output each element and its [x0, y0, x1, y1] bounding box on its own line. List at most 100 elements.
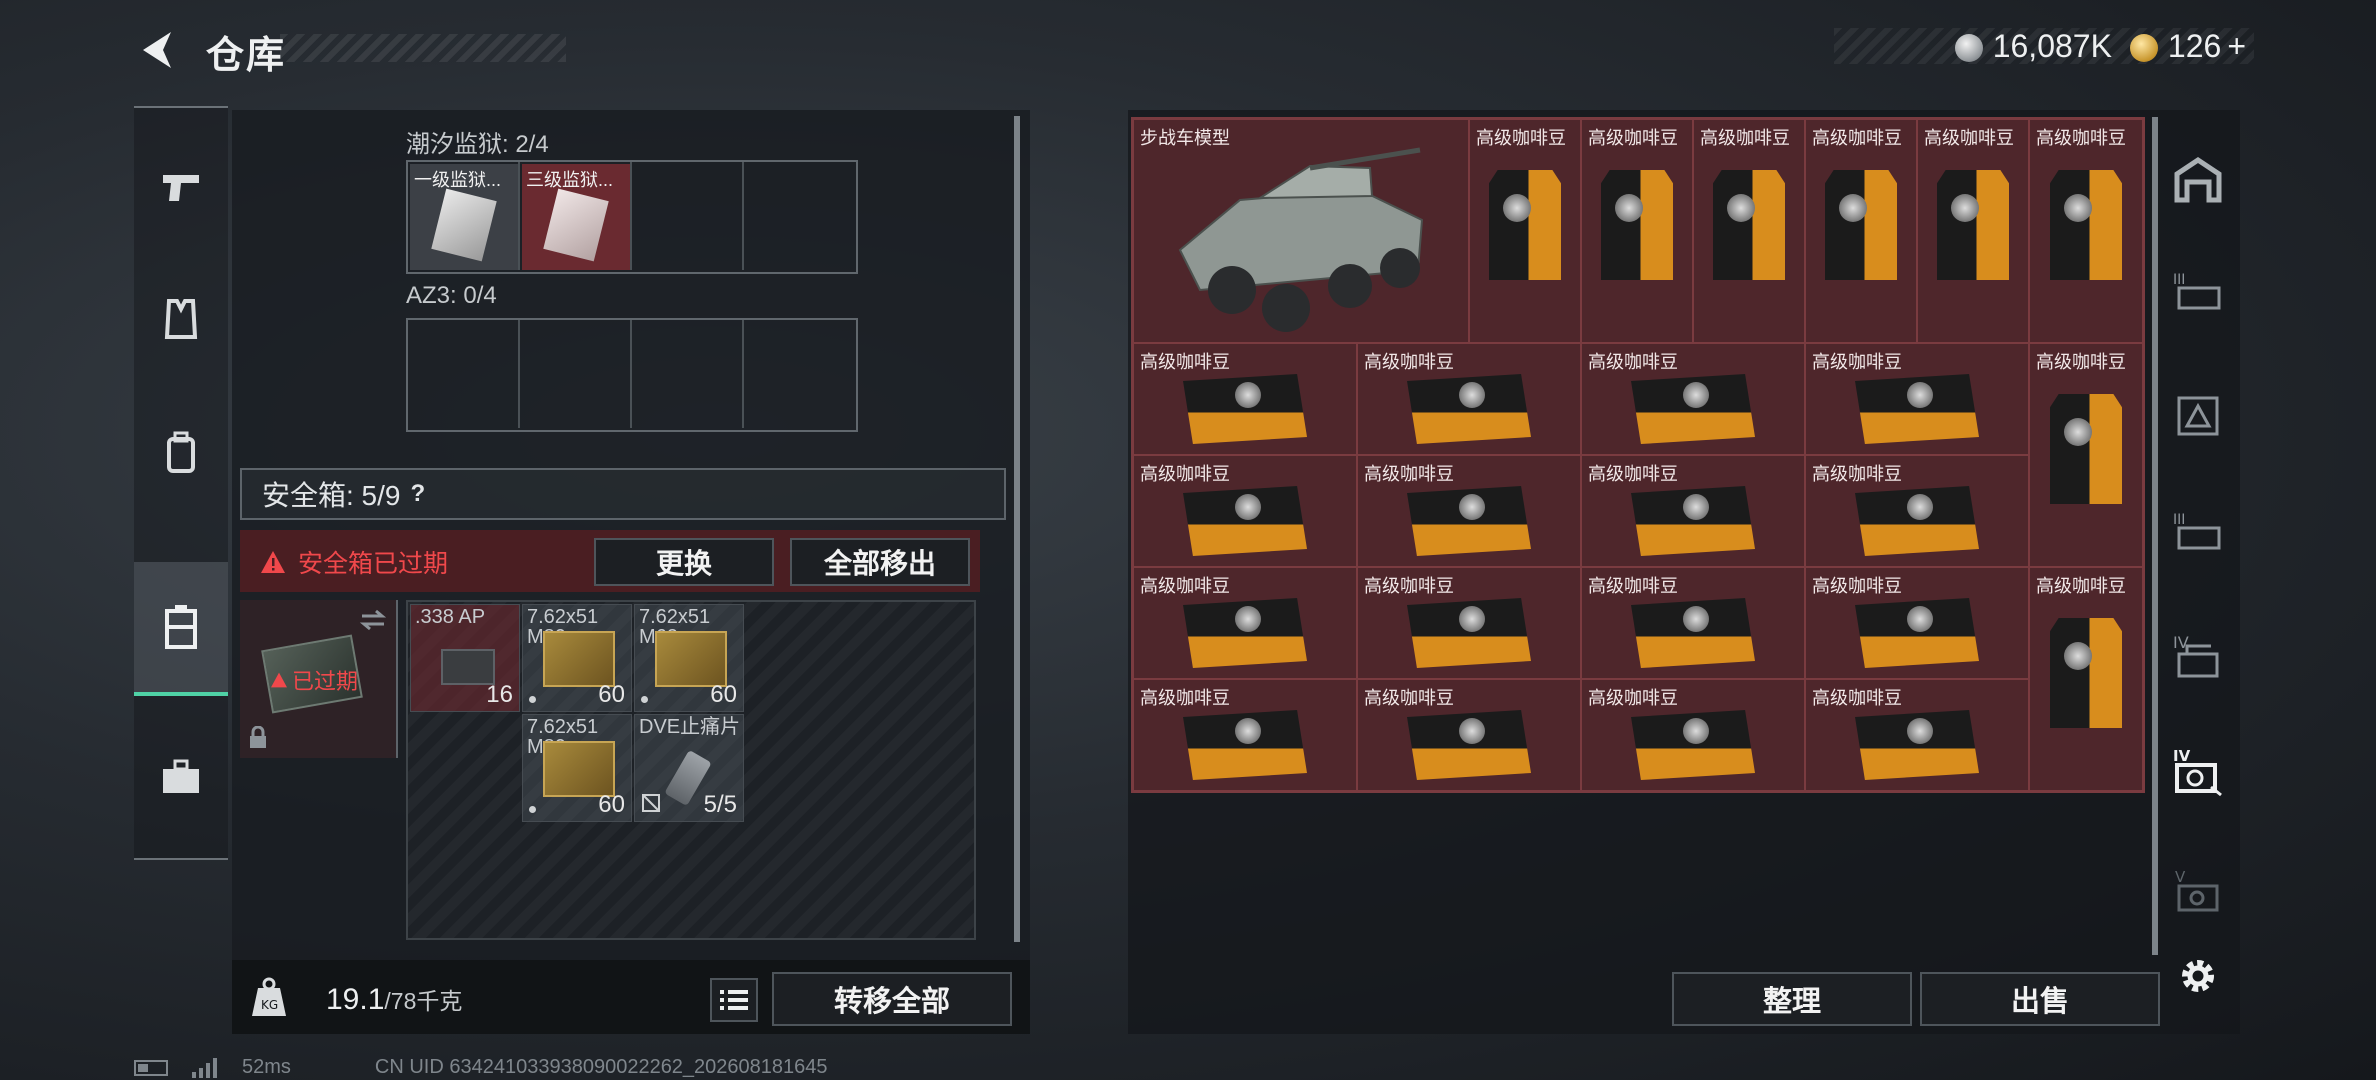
warehouse-item-coffee[interactable]: 高级咖啡豆: [1581, 679, 1805, 791]
warehouse-item-coffee[interactable]: 高级咖啡豆: [1133, 455, 1357, 567]
gear-icon: [2182, 960, 2214, 992]
ifv-vehicle-icon: [1178, 147, 1424, 332]
category-armor[interactable]: [134, 264, 228, 374]
loadout-scrollbar[interactable]: [1014, 116, 1020, 942]
slot[interactable]: [632, 162, 744, 270]
warehouse-item-vehicle[interactable]: 步战车模型: [1133, 119, 1469, 343]
storage-tab-icon: III: [2173, 272, 2221, 310]
category-safebox[interactable]: [134, 562, 228, 696]
warehouse-scrollbar[interactable]: [2152, 117, 2158, 955]
warehouse-item-coffee[interactable]: 高级咖啡豆: [1357, 567, 1581, 679]
swap-icon[interactable]: [358, 608, 388, 632]
transfer-all-button[interactable]: 转移全部: [772, 972, 1012, 1026]
back-button[interactable]: [132, 22, 182, 78]
category-weapons[interactable]: [134, 132, 228, 242]
warehouse-grid: 步战车模型 高级咖啡豆 高级咖啡豆 高级咖啡豆 高级咖啡豆 高级咖啡豆 高级咖啡…: [1131, 117, 2145, 793]
warehouse-item-coffee[interactable]: 高级咖啡豆: [1357, 679, 1581, 791]
move-all-button[interactable]: 全部移出: [790, 538, 970, 586]
warehouse-item-coffee[interactable]: 高级咖啡豆: [1357, 455, 1581, 567]
ammo-slot[interactable]: .338 AP 16: [410, 604, 520, 712]
category-backpack[interactable]: [134, 398, 228, 508]
warehouse-item-coffee[interactable]: 高级咖啡豆: [2029, 567, 2143, 791]
slot[interactable]: 三级监狱...: [520, 162, 632, 270]
slot[interactable]: [744, 320, 856, 428]
ammo-box-icon: [655, 631, 727, 687]
warehouse-tab-5-active[interactable]: IV: [2168, 742, 2228, 802]
warehouse-tab-main[interactable]: [2168, 150, 2228, 210]
coffee-bag-icon: [1855, 486, 1979, 556]
warehouse-item-coffee[interactable]: 高级咖啡豆: [1469, 119, 1581, 343]
warehouse-item-coffee[interactable]: 高级咖啡豆: [1805, 679, 2029, 791]
warehouse-item-coffee[interactable]: 高级咖啡豆: [1581, 119, 1693, 343]
help-icon[interactable]: ?: [410, 480, 425, 508]
ammo-box-icon: [441, 649, 495, 685]
sell-button[interactable]: 出售: [1920, 972, 2160, 1026]
warehouse-item-coffee[interactable]: 高级咖啡豆: [1581, 343, 1805, 455]
title-decoration: [280, 34, 566, 62]
warehouse-item-coffee[interactable]: 高级咖啡豆: [1581, 455, 1805, 567]
gold-currency[interactable]: 126 +: [2129, 28, 2246, 65]
item-card[interactable]: 一级监狱...: [410, 164, 518, 270]
ammo-slot[interactable]: 7.62x51 M80 60: [522, 714, 632, 822]
warehouse-item-coffee[interactable]: 高级咖啡豆: [1805, 567, 2029, 679]
item-card[interactable]: 三级监狱...: [522, 164, 630, 270]
warehouse-item-coffee[interactable]: 高级咖啡豆: [1917, 119, 2029, 343]
slot[interactable]: 一级监狱...: [408, 162, 520, 270]
safebox-label: 安全箱: 5/9: [262, 480, 401, 511]
ammo-slot[interactable]: DVE止痛片 5/5: [634, 714, 744, 822]
slot[interactable]: [520, 320, 632, 428]
warning-icon: [261, 551, 285, 573]
warehouse-item-coffee[interactable]: 高级咖啡豆: [1133, 679, 1357, 791]
coffee-bag-icon: [1631, 598, 1755, 668]
coffee-bag-icon: [1183, 710, 1307, 780]
safebox-item[interactable]: 已过期: [240, 600, 398, 758]
coffee-bag-icon: [2050, 170, 2122, 280]
warehouse-tab-1[interactable]: III: [2168, 262, 2228, 322]
slot[interactable]: [408, 320, 520, 428]
sort-button[interactable]: 整理: [1672, 972, 1912, 1026]
safebox-icon: [165, 605, 197, 649]
keycard-icon: [543, 188, 609, 262]
weight-readout: 19.1/78千克: [326, 983, 463, 1016]
slot[interactable]: [744, 162, 856, 270]
status-dot: [529, 696, 536, 703]
vest-icon: [164, 299, 198, 339]
warehouse-tab-2[interactable]: [2168, 386, 2228, 446]
coffee-bag-icon: [1489, 170, 1561, 280]
ammo-slot[interactable]: 7.62x51 M80 60: [522, 604, 632, 712]
svg-text:III: III: [2173, 272, 2185, 288]
ammo-slot[interactable]: 7.62x51 M62 60: [634, 604, 744, 712]
warehouse-tab-4[interactable]: IV: [2168, 626, 2228, 686]
coffee-bag-icon: [1183, 374, 1307, 444]
warehouse-item-coffee[interactable]: 高级咖啡豆: [1133, 343, 1357, 455]
svg-text:KG: KG: [261, 998, 278, 1012]
warehouse-tab-3[interactable]: III: [2168, 502, 2228, 562]
toolbox-icon: [163, 759, 199, 793]
warehouse-item-coffee[interactable]: 高级咖啡豆: [1805, 343, 2029, 455]
warehouse-item-coffee[interactable]: 高级咖啡豆: [1133, 567, 1357, 679]
group-label: 潮汐监狱: 2/4: [406, 131, 549, 158]
coffee-bag-icon: [1631, 486, 1755, 556]
warehouse-tab-6[interactable]: V: [2168, 862, 2228, 922]
list-view-button[interactable]: [710, 978, 758, 1022]
category-toolbox[interactable]: [134, 722, 228, 832]
warehouse-item-coffee[interactable]: 高级咖啡豆: [2029, 119, 2143, 343]
warehouse-item-coffee[interactable]: 高级咖啡豆: [1805, 119, 1917, 343]
warehouse-item-coffee[interactable]: 高级咖啡豆: [1581, 567, 1805, 679]
coffee-bag-icon: [1937, 170, 2009, 280]
coffee-bag-icon: [1407, 710, 1531, 780]
page-title: 仓库: [206, 35, 287, 77]
silver-currency: 16,087K: [1954, 28, 2112, 65]
weight-icon: KG: [252, 977, 286, 1016]
warehouse-item-coffee[interactable]: 高级咖啡豆: [1357, 343, 1581, 455]
coffee-bag-icon: [1631, 374, 1755, 444]
replace-button[interactable]: 更换: [594, 538, 774, 586]
back-arrow-icon: [143, 32, 171, 68]
settings-button[interactable]: [2168, 946, 2228, 1006]
warehouse-item-coffee[interactable]: 高级咖啡豆: [2029, 343, 2143, 567]
add-gold-button[interactable]: +: [2227, 28, 2246, 64]
warehouse-item-coffee[interactable]: 高级咖啡豆: [1805, 455, 2029, 567]
warehouse-item-coffee[interactable]: 高级咖啡豆: [1693, 119, 1805, 343]
slot[interactable]: [632, 320, 744, 428]
coffee-bag-icon: [1601, 170, 1673, 280]
